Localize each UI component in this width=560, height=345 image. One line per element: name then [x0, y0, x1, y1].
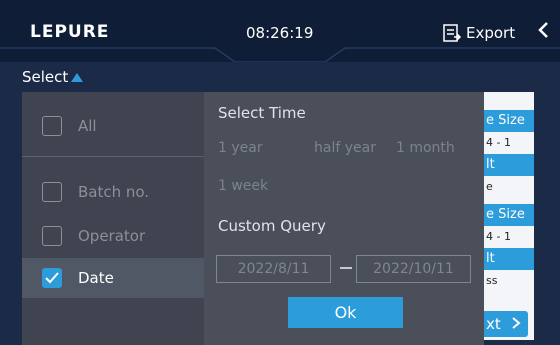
- option-operator[interactable]: Operator: [22, 216, 204, 256]
- checkbox[interactable]: [42, 182, 62, 202]
- option-all[interactable]: All: [22, 106, 204, 146]
- column-header: lt: [484, 248, 534, 270]
- filter-field-list: All Batch no. Operator Date: [22, 92, 204, 345]
- checkbox[interactable]: [42, 226, 62, 246]
- option-label: All: [78, 117, 97, 135]
- column-header: lt: [484, 154, 534, 176]
- checkbox-checked[interactable]: [42, 268, 62, 288]
- time-filter-panel: Select Time 1 year half year 1 month 1 w…: [204, 92, 484, 345]
- checkbox[interactable]: [42, 116, 62, 136]
- time-option-half-year[interactable]: half year: [314, 140, 376, 156]
- option-label: Batch no.: [78, 183, 150, 201]
- option-batch-no[interactable]: Batch no.: [22, 172, 204, 212]
- back-chevron-icon[interactable]: [536, 20, 550, 45]
- time-option-1-year[interactable]: 1 year: [218, 140, 263, 156]
- select-label: Select: [22, 68, 69, 86]
- export-label: Export: [466, 24, 516, 42]
- ok-button[interactable]: Ok: [288, 297, 403, 328]
- table-cell: 4 - 1: [486, 230, 511, 243]
- filter-dropdown: All Batch no. Operator Date Select Time …: [22, 92, 484, 345]
- column-header: e Size: [484, 204, 534, 226]
- table-cell: e: [486, 180, 493, 193]
- next-label: xt: [486, 315, 501, 333]
- logo: LEPURE: [30, 22, 110, 42]
- option-label: Date: [78, 269, 114, 287]
- option-date[interactable]: Date: [22, 258, 204, 298]
- clock: 08:26:19: [246, 24, 314, 42]
- option-label: Operator: [78, 227, 146, 245]
- time-option-1-week[interactable]: 1 week: [218, 178, 268, 194]
- chevron-right-icon: [511, 317, 521, 329]
- next-page-button[interactable]: xt: [484, 311, 528, 337]
- top-bar: LEPURE 08:26:19 Export: [0, 0, 560, 62]
- date-range-separator: [340, 267, 352, 269]
- custom-query-title: Custom Query: [218, 217, 326, 235]
- export-button[interactable]: Export: [442, 22, 515, 44]
- divider: [22, 156, 204, 157]
- table-cell: ss: [486, 274, 498, 287]
- table-cell: 4 - 1: [486, 136, 511, 149]
- export-icon: [443, 24, 462, 42]
- caret-up-icon: [71, 72, 84, 82]
- end-date-input[interactable]: 2022/10/11: [356, 255, 471, 283]
- select-toggle[interactable]: Select: [22, 68, 84, 86]
- select-time-title: Select Time: [218, 104, 306, 122]
- checkmark-icon: [45, 272, 59, 284]
- start-date-input[interactable]: 2022/8/11: [216, 255, 331, 283]
- time-option-1-month[interactable]: 1 month: [396, 140, 455, 156]
- column-header: e Size: [484, 110, 534, 132]
